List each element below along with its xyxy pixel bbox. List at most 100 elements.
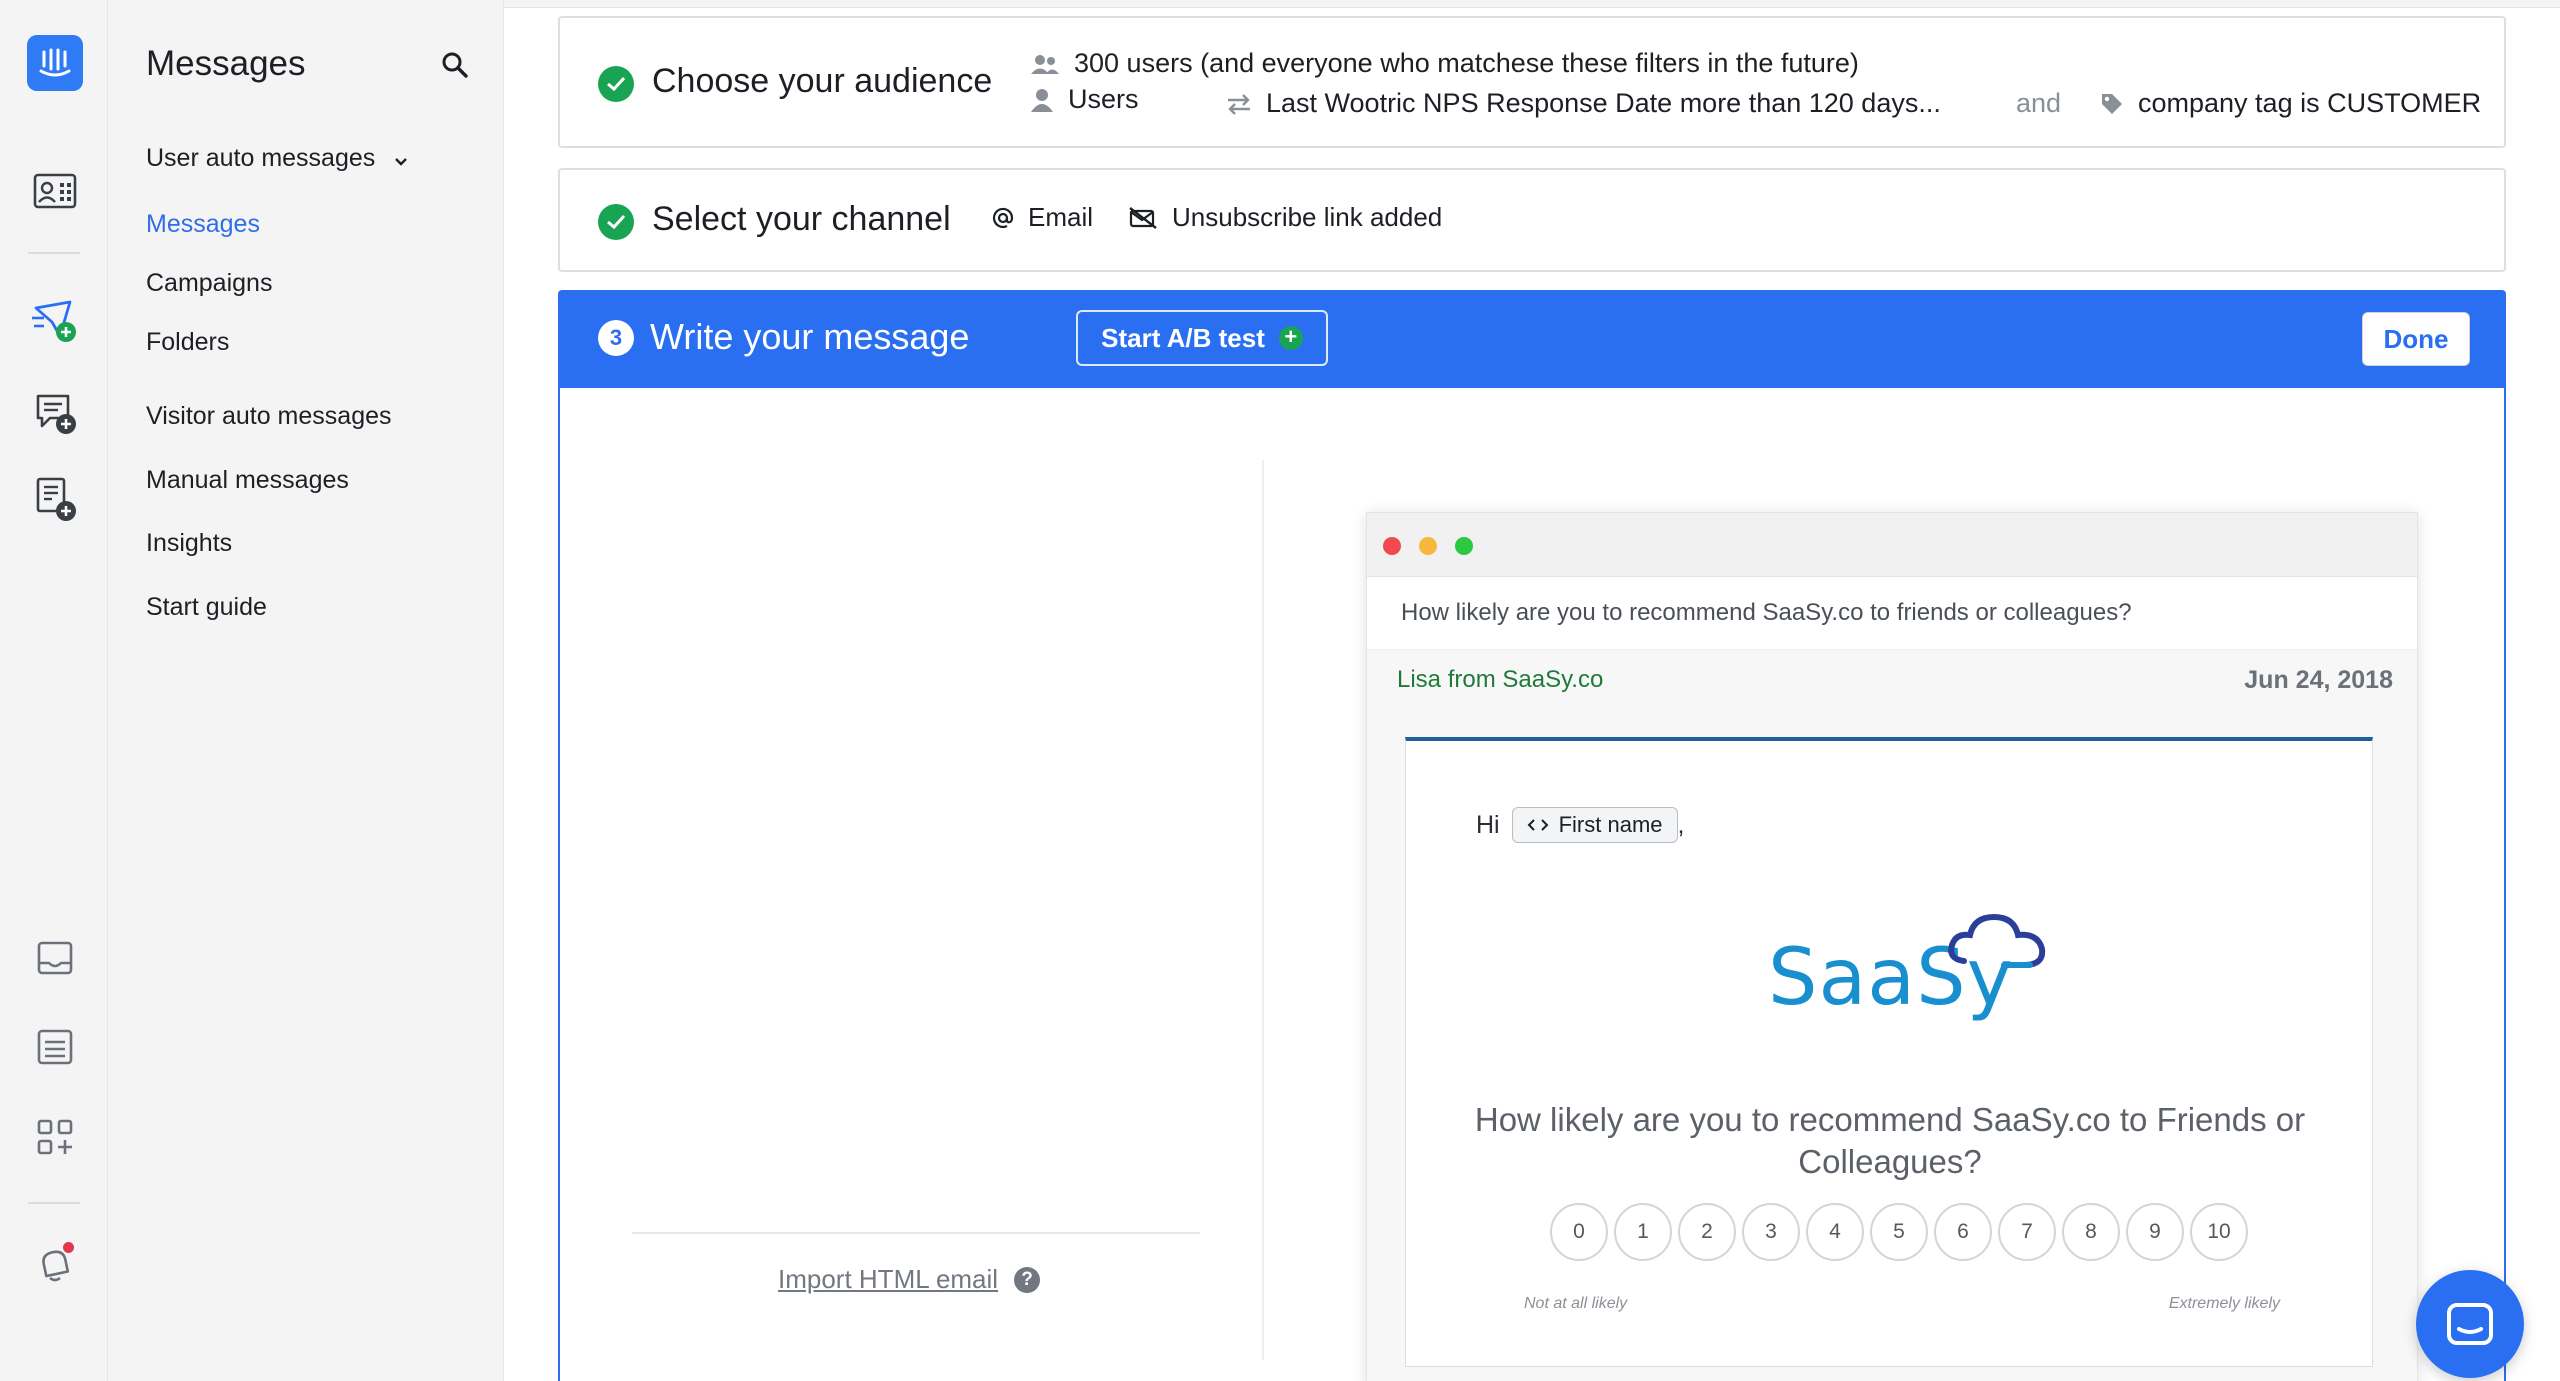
scale-low-label: Not at all likely [1524, 1295, 1628, 1312]
code-arrows-icon [1527, 812, 1549, 838]
rail-divider [28, 252, 80, 254]
import-divider [632, 1232, 1200, 1234]
check-circle-icon [598, 204, 634, 240]
nps-scale: 0 1 2 3 4 5 6 7 8 9 10 [1550, 1203, 2248, 1261]
nps-score-2-button[interactable]: 2 [1678, 1203, 1736, 1261]
step-number: 3 [598, 320, 634, 356]
nps-score-4-button[interactable]: 4 [1806, 1203, 1864, 1261]
message-editor: Import HTML email ? How likely are you t… [558, 388, 2506, 1381]
app-store-icon[interactable] [26, 1108, 84, 1166]
window-minimize-dot [1419, 537, 1437, 555]
rail-divider [28, 1202, 80, 1204]
nav-campaigns[interactable]: Campaigns [146, 269, 272, 298]
step-message-title: Write your message [650, 316, 970, 357]
email-content-card[interactable]: Hi First name , SaaSy How likely are you… [1405, 737, 2373, 1367]
ab-test-label: Start A/B test [1101, 322, 1265, 353]
preview-window-bar [1367, 513, 2417, 577]
email-date: Jun 24, 2018 [2244, 666, 2393, 694]
main-panel: Choose your audience 300 users (and ever… [504, 0, 2560, 1381]
nav-start-guide[interactable]: Start guide [146, 593, 267, 622]
audience-user-type: Users [1030, 84, 1139, 115]
intercom-logo-icon[interactable] [26, 34, 84, 92]
subnav-title: Messages [146, 44, 306, 83]
nps-question: How likely are you to recommend SaaSy.co… [1474, 1101, 2306, 1180]
chat-add-icon[interactable] [26, 384, 84, 442]
search-icon[interactable] [440, 50, 474, 84]
step-channel-card[interactable]: Select your channel Email Unsubscribe li… [558, 168, 2506, 272]
first-name-token[interactable]: First name [1511, 807, 1678, 843]
filter-joiner: and [2016, 88, 2062, 118]
nav-insights[interactable]: Insights [146, 529, 232, 558]
app-rail [0, 0, 108, 1381]
top-border [504, 0, 2560, 8]
cloud-icon [1948, 913, 2046, 968]
nps-score-8-button[interactable]: 8 [2062, 1203, 2120, 1261]
window-maximize-dot [1455, 537, 1473, 555]
nav-user-auto-messages[interactable]: User auto messages [146, 144, 408, 174]
unsubscribe-status: Unsubscribe link added [1128, 202, 1442, 233]
nav-folders[interactable]: Folders [146, 328, 229, 357]
nps-score-1-button[interactable]: 1 [1614, 1203, 1672, 1261]
email-subject: How likely are you to recommend SaaSy.co… [1401, 599, 2132, 626]
contacts-icon[interactable] [26, 162, 84, 220]
filter-1-text: Last Wootric NPS Response Date more than… [1266, 88, 1941, 118]
audience-filter-2[interactable]: company tag is CUSTOMER [2100, 88, 2481, 119]
unsubscribe-mail-icon [1128, 206, 1158, 230]
notifications-icon[interactable] [26, 1236, 84, 1294]
user-icon [1030, 88, 1054, 112]
messages-subnav: Messages User auto messages Messages Cam… [108, 0, 504, 1381]
messenger-launcher-button[interactable] [2416, 1270, 2524, 1378]
nav-messages[interactable]: Messages [146, 210, 260, 239]
channel-email: Email [992, 202, 1093, 233]
greeting-text: Hi [1476, 810, 1500, 839]
messenger-icon [2447, 1303, 2493, 1345]
transfer-icon [1226, 93, 1252, 115]
email-sender: Lisa from SaaSy.co [1397, 666, 1604, 693]
nps-score-6-button[interactable]: 6 [1934, 1203, 1992, 1261]
help-icon[interactable]: ? [1014, 1266, 1041, 1293]
import-html-email-link[interactable]: Import HTML email ? [778, 1264, 1041, 1295]
notification-badge [63, 1242, 74, 1253]
nav-visitor-auto-messages[interactable]: Visitor auto messages [146, 402, 392, 431]
saasy-logo: SaaSy [1768, 911, 2048, 1041]
nps-score-0-button[interactable]: 0 [1550, 1203, 1608, 1261]
window-close-dot [1383, 537, 1401, 555]
audience-count: 300 users (and everyone who matchese the… [1030, 48, 1859, 79]
nps-score-9-button[interactable]: 9 [2126, 1203, 2184, 1261]
step-audience-title: Choose your audience [652, 62, 993, 100]
nps-score-7-button[interactable]: 7 [1998, 1203, 2056, 1261]
filter-2-text: company tag is CUSTOMER [2138, 88, 2482, 118]
nps-score-5-button[interactable]: 5 [1870, 1203, 1928, 1261]
user-type-text: Users [1068, 84, 1139, 114]
start-ab-test-button[interactable]: Start A/B test + [1076, 310, 1328, 366]
audience-filter-1[interactable]: Last Wootric NPS Response Date more than… [1226, 88, 1941, 119]
nav-label: User auto messages [146, 144, 376, 172]
audience-count-text: 300 users (and everyone who matchese the… [1074, 48, 1859, 78]
group-icon [1030, 53, 1060, 75]
at-sign-icon [992, 207, 1014, 229]
email-greeting: Hi First name , [1476, 807, 1684, 843]
plus-circle-icon: + [1278, 326, 1303, 350]
step-channel-title: Select your channel [652, 200, 951, 238]
inbox-icon[interactable] [26, 930, 84, 988]
article-add-icon[interactable] [26, 470, 84, 528]
unsubscribe-text: Unsubscribe link added [1172, 202, 1443, 232]
outbound-messages-icon[interactable] [26, 292, 84, 350]
nps-score-3-button[interactable]: 3 [1742, 1203, 1800, 1261]
import-html-label: Import HTML email [778, 1264, 999, 1294]
token-label: First name [1558, 812, 1663, 837]
check-circle-icon [598, 66, 634, 102]
nps-score-10-button[interactable]: 10 [2190, 1203, 2248, 1261]
reports-icon[interactable] [26, 1018, 84, 1076]
email-preview: How likely are you to recommend SaaSy.co… [1366, 512, 2418, 1381]
done-button[interactable]: Done [2362, 312, 2470, 366]
tag-icon [2100, 92, 2124, 116]
scale-high-label: Extremely likely [2168, 1295, 2280, 1312]
nav-manual-messages[interactable]: Manual messages [146, 466, 349, 495]
greeting-suffix: , [1677, 810, 1685, 839]
editor-divider [1262, 460, 1264, 1360]
step-audience-card[interactable]: Choose your audience 300 users (and ever… [558, 16, 2506, 148]
channel-email-text: Email [1028, 202, 1094, 232]
chevron-down-icon [394, 145, 408, 174]
step-message-header: 3 Write your message Start A/B test + Do… [558, 290, 2506, 388]
